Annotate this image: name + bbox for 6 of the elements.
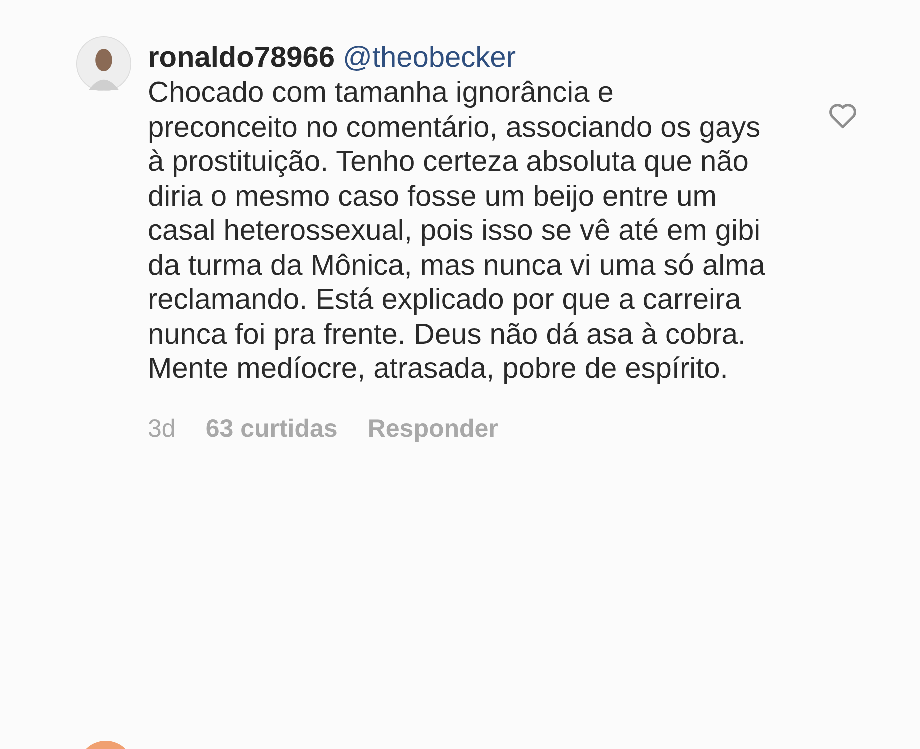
comment-time: 3d [148, 414, 176, 444]
heart-icon[interactable] [828, 102, 858, 130]
username[interactable]: ronaldo78966 [148, 42, 335, 74]
mention-link[interactable]: @theobecker [343, 42, 516, 74]
comment-text: Chocado com tamanha ignorância e preconceito no comentário, associando os gays à prostituição. Tenho certeza absoluta que não diria o mesmo caso fosse um beijo entre um casal heterossexual, pois isso se vê até em gibi da turma da Mônica, mas nunca vi uma só alma reclamando. Está explicado por que a carreira nunca foi pra frente. Deus não dá asa à cobra. Mente medíocre, atrasada, pobre de espírito. [148, 76, 766, 386]
avatar[interactable] [76, 36, 132, 92]
